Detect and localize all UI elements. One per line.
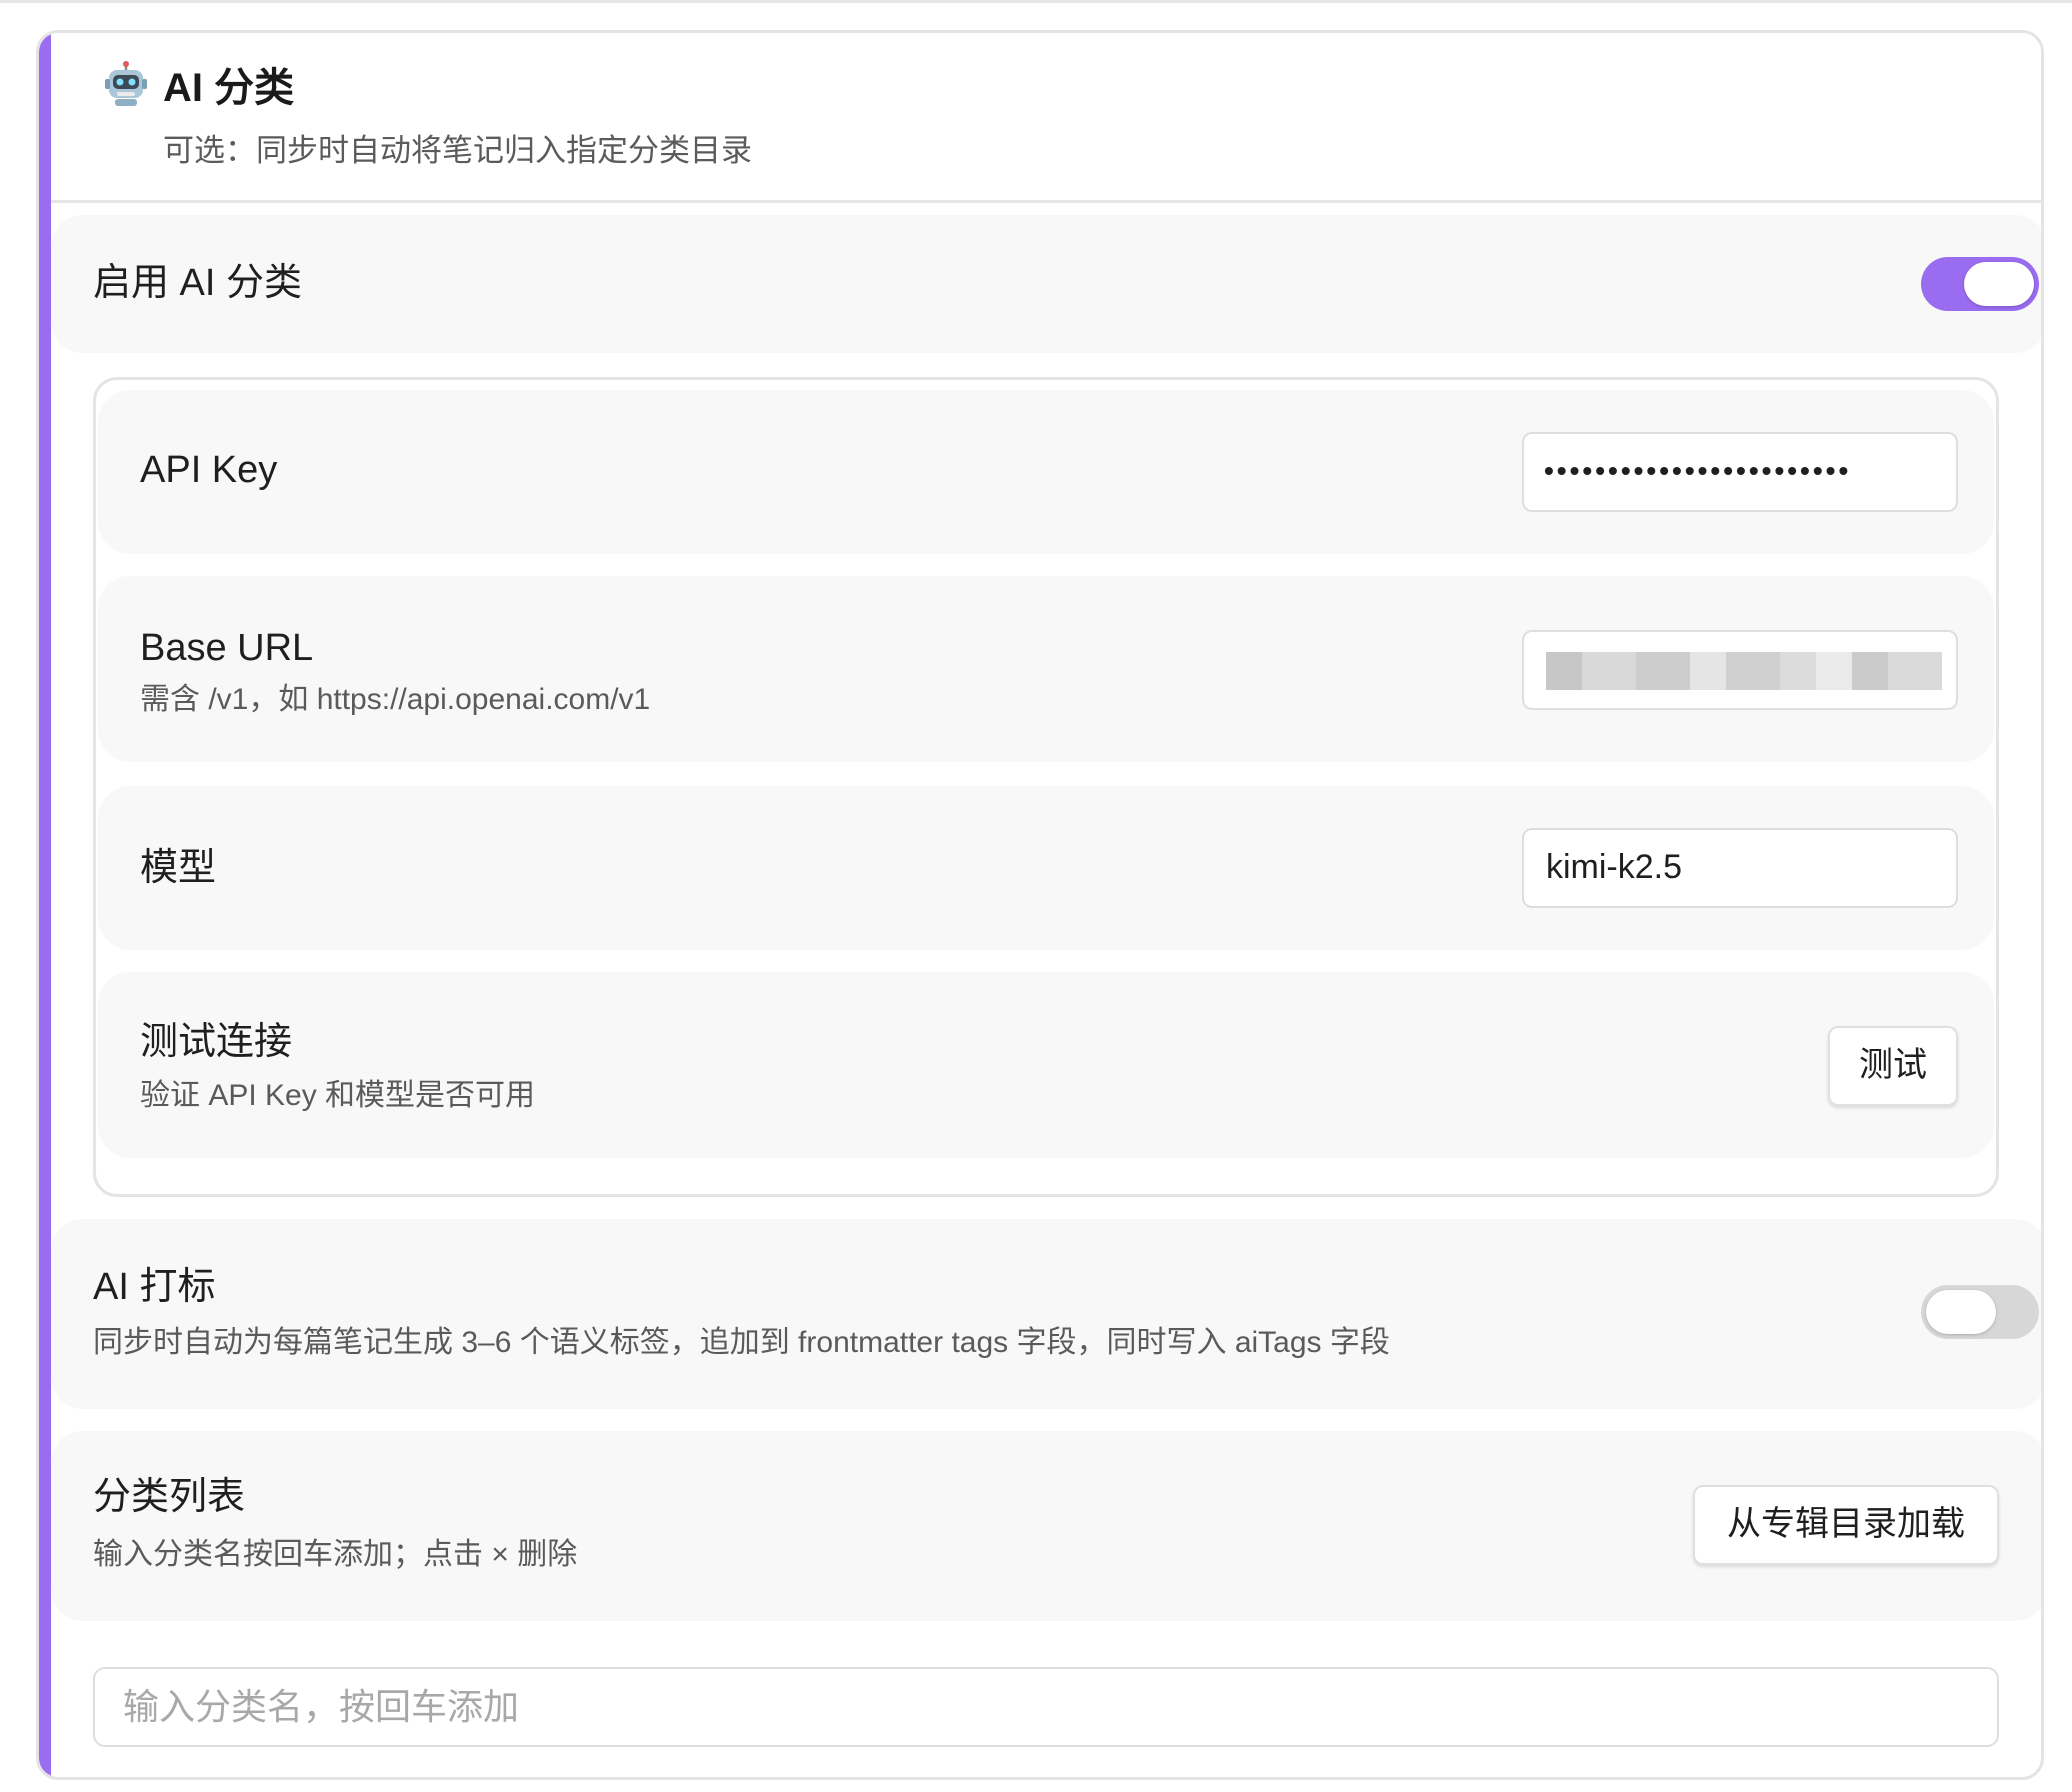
- base-url-input[interactable]: [1522, 630, 1958, 710]
- test-connection-description: 验证 API Key 和模型是否可用: [140, 1079, 536, 1112]
- card-header: AI 分类 可选：同步时自动将笔记归入指定分类目录: [51, 33, 2041, 203]
- api-key-label: API Key: [140, 449, 278, 491]
- ai-tagging-toggle[interactable]: [1921, 1285, 2039, 1339]
- card-accent-bar: [39, 33, 51, 1777]
- category-list-description: 输入分类名按回车添加；点击 × 删除: [93, 1538, 578, 1571]
- top-divider: [0, 0, 2072, 3]
- test-connection-row: 测试连接 验证 API Key 和模型是否可用 测试: [98, 972, 1994, 1158]
- card-subtitle: 可选：同步时自动将笔记归入指定分类目录: [163, 133, 752, 168]
- toggle-knob: [1964, 262, 2034, 306]
- card-title: AI 分类: [163, 66, 295, 110]
- robot-icon: [105, 61, 147, 106]
- base-url-label: Base URL: [140, 627, 314, 669]
- model-label: 模型: [140, 847, 217, 889]
- enable-ai-label: 启用 AI 分类: [93, 262, 303, 304]
- enable-ai-toggle[interactable]: [1921, 257, 2039, 311]
- test-button[interactable]: 测试: [1828, 1026, 1958, 1106]
- category-list-row: 分类列表 输入分类名按回车添加；点击 × 删除 从专辑目录加载: [51, 1431, 2041, 1621]
- category-input[interactable]: [93, 1667, 1999, 1747]
- base-url-row: Base URL 需含 /v1，如 https://api.openai.com…: [98, 576, 1994, 762]
- model-row: 模型 kimi-k2.5: [98, 786, 1994, 950]
- toggle-knob: [1926, 1290, 1996, 1334]
- model-input[interactable]: kimi-k2.5: [1522, 828, 1958, 908]
- base-url-description: 需含 /v1，如 https://api.openai.com/v1: [140, 683, 651, 716]
- load-from-album-button[interactable]: 从专辑目录加载: [1693, 1485, 1999, 1565]
- ai-classification-card: AI 分类 可选：同步时自动将笔记归入指定分类目录 启用 AI 分类 API K…: [36, 30, 2044, 1780]
- ai-tagging-description: 同步时自动为每篇笔记生成 3–6 个语义标签，追加到 frontmatter t…: [93, 1326, 1390, 1359]
- api-settings-panel: API Key •••••••••••••••••••••••• Base UR…: [93, 377, 1999, 1197]
- api-key-input[interactable]: ••••••••••••••••••••••••: [1522, 432, 1958, 512]
- api-key-row: API Key ••••••••••••••••••••••••: [98, 390, 1994, 554]
- ai-tagging-label: AI 打标: [93, 1266, 216, 1308]
- redacted-url: [1546, 652, 1942, 690]
- ai-tagging-row: AI 打标 同步时自动为每篇笔记生成 3–6 个语义标签，追加到 frontma…: [51, 1219, 2041, 1409]
- test-connection-label: 测试连接: [140, 1021, 293, 1063]
- category-list-label: 分类列表: [93, 1476, 246, 1518]
- enable-ai-row: 启用 AI 分类: [51, 215, 2041, 353]
